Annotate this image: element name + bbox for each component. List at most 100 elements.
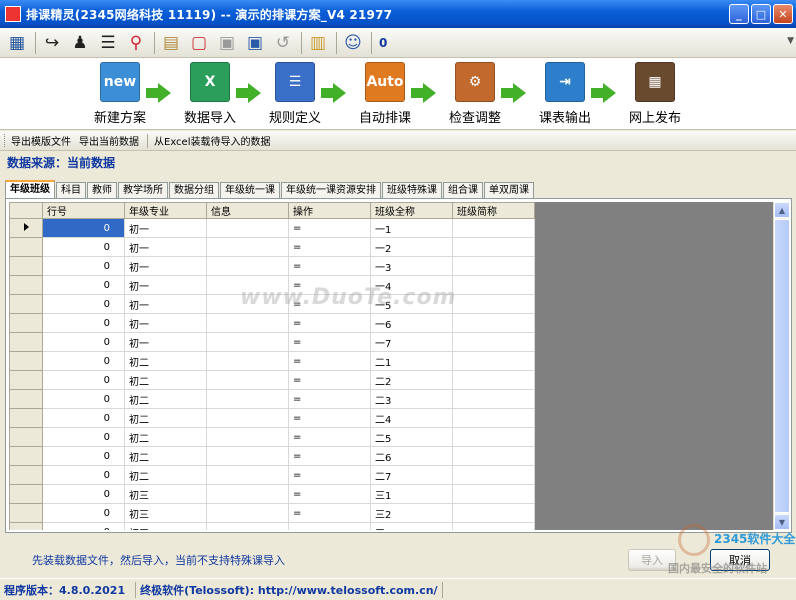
table-cell-short[interactable] — [452, 484, 535, 504]
table-cell-info[interactable] — [206, 313, 289, 333]
column-header[interactable]: 班级全称 — [370, 202, 453, 219]
table-row[interactable]: 0 初二 = 二3 — [9, 389, 535, 409]
undo-icon[interactable]: ↺ — [270, 30, 296, 56]
table-cell-info[interactable] — [206, 446, 289, 466]
save-as-icon[interactable]: ▣ — [242, 30, 268, 56]
table-cell-num[interactable]: 0 — [42, 427, 125, 447]
table-cell-num[interactable]: 0 — [42, 370, 125, 390]
table-cell-full[interactable]: 一7 — [370, 332, 453, 352]
table-cell-short[interactable] — [452, 313, 535, 333]
tab[interactable]: 数据分组 — [169, 182, 219, 199]
tab[interactable]: 科目 — [56, 182, 86, 199]
table-cell-num[interactable]: 0 — [42, 446, 125, 466]
table-cell-grade[interactable]: 初二 — [124, 465, 207, 485]
table-cell-grade[interactable]: 初二 — [124, 427, 207, 447]
table-cell-num[interactable]: 0 — [42, 484, 125, 504]
signal-icon[interactable]: ⚲ — [123, 30, 149, 56]
row-header[interactable] — [9, 446, 43, 466]
table-row[interactable]: 0 初一 = 一6 — [9, 313, 535, 333]
table-cell-op[interactable]: = — [288, 389, 371, 409]
table-cell-num[interactable]: 0 — [42, 408, 125, 428]
table-cell-num[interactable]: 0 — [42, 237, 125, 257]
user-icon[interactable]: ☺ — [340, 30, 366, 56]
table-cell-num[interactable]: 0 — [42, 522, 125, 530]
table-cell-full[interactable]: 一1 — [370, 218, 453, 238]
column-header[interactable]: 操作 — [288, 202, 371, 219]
table-cell-grade[interactable]: 初三 — [124, 522, 207, 530]
table-cell-grade[interactable]: 初三 — [124, 503, 207, 523]
table-cell-short[interactable] — [452, 218, 535, 238]
table-row[interactable]: 0初三 =三3 — [9, 522, 535, 530]
table-cell-num[interactable]: 0 — [42, 218, 125, 238]
scroll-down-icon[interactable]: ▼ — [774, 514, 789, 530]
table-cell-full[interactable]: 二3 — [370, 389, 453, 409]
minimize-button[interactable]: _ — [729, 4, 749, 24]
table-row[interactable]: 0 初一 = 一4 — [9, 275, 535, 295]
table-row[interactable]: 0 初一 = 一5 — [9, 294, 535, 314]
table-cell-short[interactable] — [452, 522, 535, 530]
import-button[interactable]: 导入 — [628, 549, 676, 571]
table-cell-full[interactable]: 一4 — [370, 275, 453, 295]
table-row[interactable]: 0 初三 = 三1 — [9, 484, 535, 504]
table-row[interactable]: 0 初一 = 一2 — [9, 237, 535, 257]
workflow-step-label[interactable]: 规则定义 — [255, 107, 335, 126]
row-header[interactable] — [9, 370, 43, 390]
tab[interactable]: 年级统一课 — [220, 182, 280, 199]
table-cell-num[interactable]: 0 — [42, 389, 125, 409]
table-cell-short[interactable] — [452, 389, 535, 409]
table-row[interactable]: 0 初一 = 一7 — [9, 332, 535, 352]
row-header[interactable] — [9, 351, 43, 371]
people-icon[interactable]: ♟ — [67, 30, 93, 56]
table-cell-grade[interactable]: 初一 — [124, 275, 207, 295]
row-header[interactable] — [9, 218, 43, 238]
table-cell-grade[interactable]: 初二 — [124, 446, 207, 466]
table-cell-full[interactable]: 三1 — [370, 484, 453, 504]
table-row[interactable]: 0 初二 = 二7 — [9, 465, 535, 485]
workflow-step-label[interactable]: 自动排课 — [345, 107, 425, 126]
table-cell-full[interactable]: 一2 — [370, 237, 453, 257]
maximize-button[interactable]: □ — [751, 4, 771, 24]
table-cell-op[interactable]: = — [288, 370, 371, 390]
workflow-step-label[interactable]: 网上发布 — [615, 107, 695, 126]
import-data-icon[interactable]: X — [190, 62, 230, 102]
workflow-step-label[interactable]: 新建方案 — [80, 107, 160, 126]
table-cell-op[interactable]: = — [288, 446, 371, 466]
table-cell-op[interactable]: = — [288, 465, 371, 485]
table-cell-grade[interactable]: 初一 — [124, 332, 207, 352]
row-header[interactable] — [9, 465, 43, 485]
table-cell-grade[interactable]: 初三 — [124, 484, 207, 504]
table-cell-short[interactable] — [452, 427, 535, 447]
table-cell-grade[interactable]: 初二 — [124, 408, 207, 428]
table-cell-op[interactable]: = — [288, 408, 371, 428]
table-cell-short[interactable] — [452, 503, 535, 523]
table-cell-info[interactable] — [206, 351, 289, 371]
table-cell-info[interactable] — [206, 484, 289, 504]
row-header[interactable] — [9, 427, 43, 447]
rules-icon[interactable]: ☰ — [275, 62, 315, 102]
tab[interactable]: 教学场所 — [118, 182, 168, 199]
table-cell-op[interactable]: = — [288, 503, 371, 523]
table-row[interactable]: 0 初一 = 一3 — [9, 256, 535, 276]
row-header[interactable] — [9, 408, 43, 428]
web-publish-icon[interactable]: ▦ — [635, 62, 675, 102]
column-header[interactable]: 年级专业 — [124, 202, 207, 219]
table-cell-grade[interactable]: 初二 — [124, 370, 207, 390]
save-disabled-icon[interactable]: ▣ — [214, 30, 240, 56]
workflow-step-label[interactable]: 课表输出 — [525, 107, 605, 126]
swap-icon[interactable]: ↪ — [39, 30, 65, 56]
table-cell-info[interactable] — [206, 370, 289, 390]
row-header[interactable] — [9, 332, 43, 352]
table-cell-full[interactable]: 二1 — [370, 351, 453, 371]
table-cell-op[interactable]: = — [288, 275, 371, 295]
table-cell-full[interactable]: 一3 — [370, 256, 453, 276]
table-cell-num[interactable]: 0 — [42, 313, 125, 333]
table-cell-short[interactable] — [452, 332, 535, 352]
table-cell-info[interactable] — [206, 427, 289, 447]
tab[interactable]: 组合课 — [443, 182, 483, 199]
table-cell-num[interactable]: 0 — [42, 275, 125, 295]
row-header[interactable] — [9, 313, 43, 333]
table-cell-full[interactable]: 二5 — [370, 427, 453, 447]
table-cell-full[interactable]: 二4 — [370, 408, 453, 428]
tab[interactable]: 年级班级 — [5, 180, 55, 199]
table-cell-info[interactable] — [206, 389, 289, 409]
